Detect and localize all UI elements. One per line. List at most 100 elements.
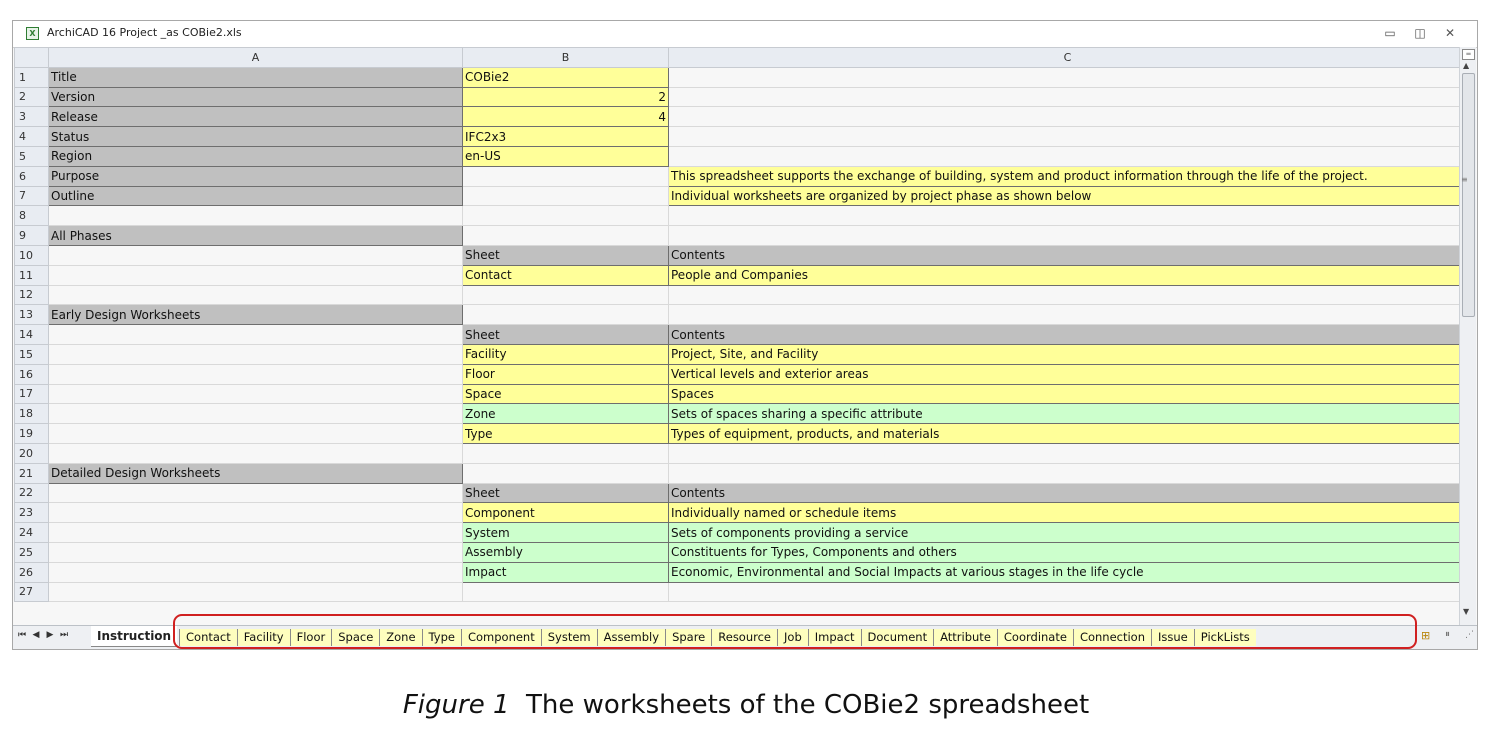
last-sheet-icon[interactable]: ⏭ [59,630,69,640]
sheet-tab-assembly[interactable]: Assembly [596,629,666,646]
cell-c[interactable] [668,225,1467,246]
row-number[interactable]: 27 [14,581,49,603]
cell-b[interactable]: Sheet [462,324,669,345]
sheet-tab-issue[interactable]: Issue [1151,629,1194,646]
cell-c[interactable]: Contents [668,482,1467,504]
cell-c[interactable]: Sets of spaces sharing a specific attrib… [668,403,1467,425]
row-number[interactable]: 25 [14,541,49,563]
close-button[interactable]: ✕ [1441,25,1459,41]
cell-b[interactable] [462,225,669,246]
sheet-tab-facility[interactable]: Facility [236,629,290,646]
cell-a[interactable]: All Phases [48,225,463,246]
column-header[interactable]: B [462,47,669,68]
cell-c[interactable] [668,462,1467,484]
minimize-button[interactable]: ▭ [1381,25,1399,41]
cell-c[interactable]: Economic, Environmental and Social Impac… [668,561,1467,583]
cell-a[interactable]: Version [48,86,463,108]
row-number[interactable]: 10 [14,244,49,266]
vertical-scrollbar[interactable]: ═ ▲ ≡ ▼ [1459,47,1476,625]
cell-b[interactable]: Component [462,502,669,524]
row-number[interactable]: 5 [14,145,49,167]
cell-c[interactable]: Project, Site, and Facility [668,343,1467,365]
cell-b[interactable]: 2 [462,86,669,108]
cell-c[interactable]: Constituents for Types, Components and o… [668,541,1467,563]
cell-b[interactable] [462,284,669,306]
sheet-tab-contact[interactable]: Contact [179,629,237,646]
row-number[interactable]: 2 [14,86,49,108]
cell-b[interactable] [462,581,669,603]
cell-a[interactable] [48,442,463,464]
cell-a[interactable] [48,522,463,543]
cell-a[interactable] [48,244,463,266]
cell-b[interactable]: COBie2 [462,66,669,88]
cell-a[interactable] [48,482,463,504]
cell-a[interactable] [48,205,463,227]
insert-sheet-icon[interactable]: ⊞ [1421,629,1430,642]
cell-b[interactable]: Type [462,423,669,444]
row-number[interactable]: 12 [14,284,49,306]
cell-a[interactable]: Detailed Design Worksheets [48,462,463,484]
row-number[interactable]: 1 [14,66,49,88]
cell-a[interactable] [48,561,463,583]
cell-b[interactable]: Zone [462,403,669,425]
sheet-tab-document[interactable]: Document [860,629,934,646]
row-number[interactable]: 13 [14,304,49,326]
sheet-tab-impact[interactable]: Impact [807,629,861,646]
sheet-tab-coordinate[interactable]: Coordinate [996,629,1073,646]
cell-a[interactable]: Region [48,145,463,167]
cell-a[interactable]: Release [48,106,463,128]
cell-a[interactable] [48,324,463,345]
cell-b[interactable]: Contact [462,264,669,286]
cell-b[interactable] [462,462,669,484]
tab-split-icon[interactable]: ⏸ [1445,629,1450,640]
cell-a[interactable] [48,502,463,524]
cell-a[interactable] [48,383,463,405]
cell-b[interactable] [462,165,669,187]
cell-c[interactable] [668,106,1467,128]
split-box-icon[interactable]: ═ [1462,49,1475,60]
cell-a[interactable] [48,284,463,306]
cell-c[interactable]: Contents [668,244,1467,266]
cell-c[interactable] [668,126,1467,147]
row-number[interactable]: 24 [14,522,49,543]
cell-b[interactable]: Facility [462,343,669,365]
row-number[interactable]: 26 [14,561,49,583]
select-all-corner[interactable] [14,47,49,68]
sheet-tab-picklists[interactable]: PickLists [1193,629,1256,646]
cell-c[interactable]: Sets of components providing a service [668,522,1467,543]
row-number[interactable]: 3 [14,106,49,128]
cell-b[interactable] [462,442,669,464]
row-number[interactable]: 15 [14,343,49,365]
row-number[interactable]: 22 [14,482,49,504]
row-number[interactable]: 7 [14,185,49,207]
first-sheet-icon[interactable]: ⏮ [17,630,27,640]
cell-c[interactable]: Individually named or schedule items [668,502,1467,524]
row-number[interactable]: 14 [14,324,49,345]
row-number[interactable]: 8 [14,205,49,227]
resize-grip-icon[interactable]: ⋰ [1465,630,1474,640]
cell-c[interactable] [668,581,1467,603]
sheet-tab-attribute[interactable]: Attribute [933,629,997,646]
cell-b[interactable]: Space [462,383,669,405]
cell-b[interactable]: Sheet [462,244,669,266]
sheet-tab-type[interactable]: Type [421,629,461,646]
row-number[interactable]: 9 [14,225,49,246]
cell-a[interactable]: Title [48,66,463,88]
cell-a[interactable]: Status [48,126,463,147]
cell-c[interactable] [668,145,1467,167]
cell-b[interactable]: Impact [462,561,669,583]
cell-a[interactable] [48,423,463,444]
cell-b[interactable]: System [462,522,669,543]
cell-a[interactable]: Purpose [48,165,463,187]
column-header[interactable]: C [668,47,1467,68]
cell-b[interactable]: IFC2x3 [462,126,669,147]
cell-a[interactable]: Early Design Worksheets [48,304,463,326]
cell-a[interactable]: Outline [48,185,463,207]
row-number[interactable]: 17 [14,383,49,405]
cell-b[interactable]: en-US [462,145,669,167]
cell-a[interactable] [48,581,463,603]
sheet-tab-job[interactable]: Job [777,629,808,646]
sheet-tab-system[interactable]: System [540,629,597,646]
sheet-tab-connection[interactable]: Connection [1072,629,1152,646]
row-number[interactable]: 20 [14,442,49,464]
